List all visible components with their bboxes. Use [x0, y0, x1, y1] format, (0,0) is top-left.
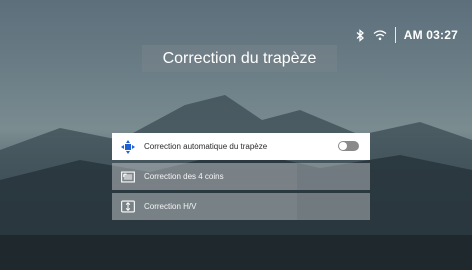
item-highlight — [112, 193, 297, 220]
bluetooth-icon — [353, 28, 367, 42]
menu-item-label: Correction des 4 coins — [144, 172, 224, 181]
menu-item-label: Correction H/V — [144, 202, 197, 211]
page-title-box: Correction du trapèze — [142, 45, 337, 72]
hv-correction-icon — [121, 200, 135, 214]
clock: AM 03:27 — [403, 28, 458, 42]
wifi-icon — [373, 28, 387, 42]
four-corners-icon — [121, 170, 135, 184]
settings-screen: AM 03:27 Correction du trapèze Correctio… — [0, 0, 472, 270]
menu-item-hv-correction[interactable]: Correction H/V — [112, 193, 370, 220]
menu-item-auto-keystone[interactable]: Correction automatique du trapèze — [112, 133, 370, 160]
page-title: Correction du trapèze — [162, 49, 317, 67]
auto-keystone-icon — [121, 139, 135, 154]
toggle-knob — [339, 142, 347, 150]
menu-item-four-corners[interactable]: Correction des 4 coins — [112, 163, 370, 190]
keystone-menu: Correction automatique du trapèze Correc… — [112, 133, 370, 223]
status-bar: AM 03:27 — [353, 27, 458, 43]
auto-keystone-toggle[interactable] — [338, 141, 359, 151]
status-divider — [394, 27, 396, 43]
menu-item-label: Correction automatique du trapèze — [144, 142, 268, 151]
